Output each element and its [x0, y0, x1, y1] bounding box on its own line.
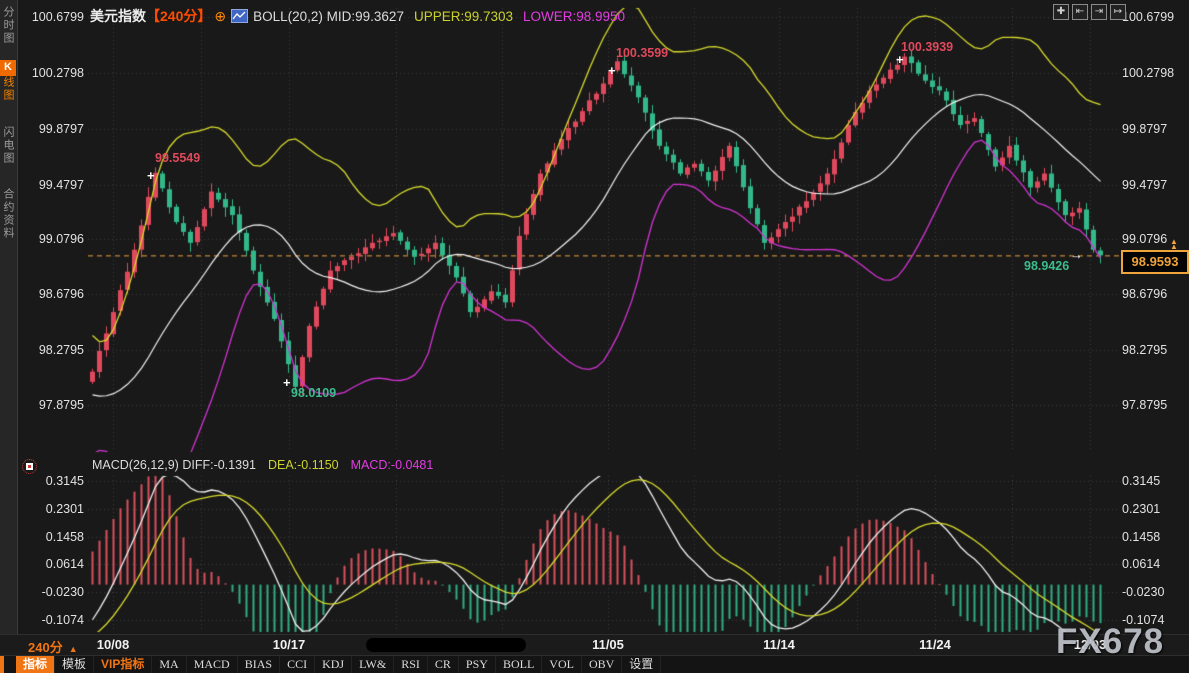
price-cross-marker-3: + [283, 375, 291, 390]
price-tick-l-1: 100.2798 [26, 66, 84, 80]
macd-tick-l-0: 0.3145 [26, 474, 84, 488]
macd-tick-l-2: 0.1458 [26, 530, 84, 544]
price-tick-r-2: 99.8797 [1122, 122, 1184, 136]
price-tick-l-4: 99.0796 [26, 232, 84, 246]
window-controls: ✚⇤⇥↦ [1053, 4, 1126, 20]
price-tick-r-5: 98.6796 [1122, 287, 1184, 301]
price-tick-r-3: 99.4797 [1122, 178, 1184, 192]
scrollbar-thumb[interactable] [366, 638, 526, 652]
sidebar: 分时图 K线图闪电图合约资料 [0, 0, 18, 655]
toolbar-tab-VIP指标[interactable]: VIP指标 [94, 656, 152, 673]
sidebar-tab-selected-rest: 线图 [2, 76, 14, 102]
price-tick-l-2: 99.8797 [26, 122, 84, 136]
price-tick-l-6: 98.2795 [26, 343, 84, 357]
toolbar-tab-设置[interactable]: 设置 [622, 656, 661, 673]
boll-mid-value: MID:99.3627 [327, 9, 404, 24]
price-tick-r-0: 100.6799 [1122, 10, 1184, 24]
chart-header: 美元指数【240分】⊕ BOLL(20,2) MID:99.3627 UPPER:9… [90, 6, 625, 26]
macd-tick-l-4: -0.0230 [26, 585, 84, 599]
scale-right-icon[interactable]: ⇥ [1091, 4, 1107, 20]
sidebar-tab-K线图[interactable]: K线图 [0, 60, 17, 102]
add-indicator-icon[interactable]: ⊕ [214, 8, 226, 24]
sidebar-tab-selected-first: K [0, 60, 16, 76]
boll-upper-value: UPPER:99.7303 [414, 9, 513, 24]
app-window: 分时图 K线图闪电图合约资料 美元指数【240分】⊕ BOLL(20,2) MID:… [0, 0, 1189, 673]
boll-indicator-label: BOLL(20,2) MID:99.3627 [253, 8, 404, 23]
candlestick-chart-canvas[interactable] [0, 0, 1189, 673]
price-tick-l-0: 100.6799 [26, 10, 84, 24]
pan-icon[interactable]: ✚ [1053, 4, 1069, 20]
price-tick-l-5: 98.6796 [26, 287, 84, 301]
boll-lower-value: LOWER:98.9950 [523, 9, 625, 24]
price-annotation-98.0109: 98.0109 [291, 386, 336, 400]
macd-tick-r-4: -0.0230 [1122, 585, 1184, 599]
toolbar-tab-VOL[interactable]: VOL [542, 656, 582, 673]
macd-hist-value: MACD:-0.0481 [351, 458, 434, 472]
x-axis-date-10/17: 10/17 [267, 637, 311, 652]
macd-tick-r-3: 0.0614 [1122, 557, 1184, 571]
jump-latest-icon[interactable]: ↦ [1110, 4, 1126, 20]
price-annotation-100.3599: 100.3599 [616, 46, 668, 60]
price-tick-r-1: 100.2798 [1122, 66, 1184, 80]
macd-settings-icon[interactable] [22, 459, 37, 474]
price-cross-marker-2: + [896, 52, 904, 67]
price-tick-r-7: 97.8795 [1122, 398, 1184, 412]
sidebar-tab-闪电图[interactable]: 闪电图 [0, 126, 17, 165]
price-tick-r-6: 98.2795 [1122, 343, 1184, 357]
price-tick-l-7: 97.8795 [26, 398, 84, 412]
period-selector[interactable]: 240分▲ [28, 637, 78, 656]
macd-dea-value: DEA:-0.1150 [268, 458, 339, 472]
price-cross-marker-0: + [147, 168, 155, 183]
macd-tick-l-1: 0.2301 [26, 502, 84, 516]
toolbar-tab-OBV[interactable]: OBV [582, 656, 622, 673]
chart-type-icon[interactable] [231, 9, 248, 23]
toolbar-tab-MA[interactable]: MA [152, 656, 186, 673]
x-axis-date-11/05: 11/05 [586, 637, 630, 652]
macd-header: MACD(26,12,9) DIFF:-0.1391 DEA:-0.1150 MAC… [92, 458, 433, 472]
scale-left-icon[interactable]: ⇤ [1072, 4, 1088, 20]
bottom-toolbar: 指标模板VIP指标MAMACDBIASCCIKDJLW&RSICRPSYBOLL… [0, 655, 1189, 673]
macd-tick-l-3: 0.0614 [26, 557, 84, 571]
toolbar-tab-CCI[interactable]: CCI [280, 656, 315, 673]
macd-tick-r-1: 0.2301 [1122, 502, 1184, 516]
sidebar-tab-分时图[interactable]: 分时图 [0, 6, 17, 45]
toolbar-accent-marker [0, 656, 4, 673]
chevron-up-icon: ▲ [69, 644, 78, 654]
macd-title: MACD(26,12,9) DIFF:-0.1391 [92, 458, 256, 472]
latest-price-box: 98.9593 [1121, 250, 1189, 274]
x-axis-date-11/24: 11/24 [913, 637, 957, 652]
toolbar-tab-CR[interactable]: CR [428, 656, 459, 673]
price-annotation-99.5549: 99.5549 [155, 151, 200, 165]
macd-tick-l-5: -0.1074 [26, 613, 84, 627]
toolbar-tab-KDJ[interactable]: KDJ [315, 656, 352, 673]
toolbar-tab-RSI[interactable]: RSI [394, 656, 428, 673]
latest-price-pointer-icon: → [1070, 247, 1083, 262]
x-axis-date-10/08: 10/08 [91, 637, 135, 652]
watermark: FX678 [1056, 622, 1164, 662]
toolbar-tab-BIAS[interactable]: BIAS [238, 656, 280, 673]
macd-tick-r-0: 0.3145 [1122, 474, 1184, 488]
macd-tick-r-2: 0.1458 [1122, 530, 1184, 544]
price-tick-l-3: 99.4797 [26, 178, 84, 192]
price-annotation-98.9426: 98.9426 [1024, 259, 1069, 273]
price-annotation-100.3939: 100.3939 [901, 40, 953, 54]
sidebar-tab-合约资料[interactable]: 合约资料 [0, 188, 17, 240]
scroll-latest-icon[interactable]: ▲ ▲ [1170, 239, 1178, 249]
price-cross-marker-1: + [608, 63, 616, 78]
x-axis-row: 240分▲ 10/0810/1711/0511/1411/2412/03 [0, 634, 1189, 656]
toolbar-tab-指标[interactable]: 指标 [16, 656, 55, 673]
period-label[interactable]: 【240分】 [146, 8, 211, 24]
toolbar-tab-PSY[interactable]: PSY [459, 656, 496, 673]
toolbar-tab-LW&[interactable]: LW& [352, 656, 394, 673]
symbol-name: 美元指数 [90, 8, 146, 24]
toolbar-tab-MACD[interactable]: MACD [187, 656, 238, 673]
toolbar-tab-模板[interactable]: 模板 [55, 656, 94, 673]
x-axis-date-11/14: 11/14 [757, 637, 801, 652]
toolbar-tab-BOLL[interactable]: BOLL [496, 656, 542, 673]
macd-diff-value: DIFF:-0.1391 [182, 458, 256, 472]
